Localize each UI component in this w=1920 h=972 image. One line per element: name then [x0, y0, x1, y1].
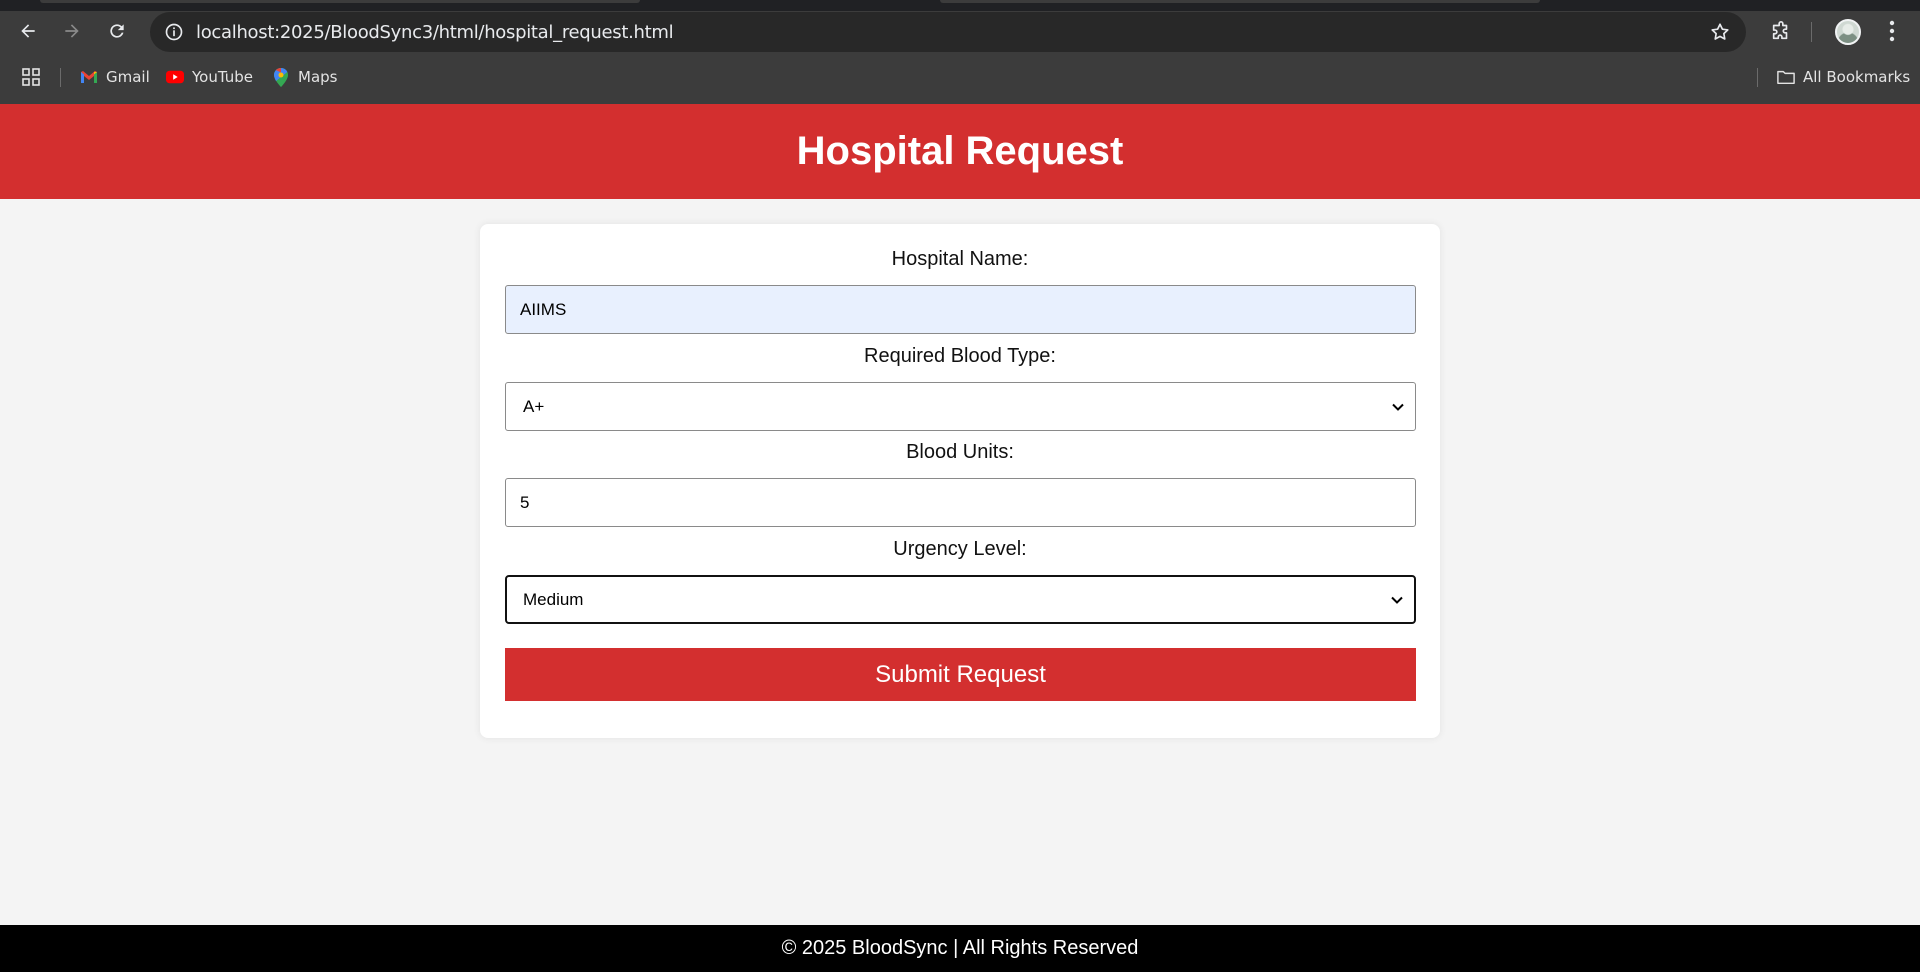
page-title: Hospital Request: [796, 129, 1124, 173]
bookmark-label: Gmail: [106, 68, 150, 86]
footer-copyright: © 2025 BloodSync | All Rights Reserved: [781, 937, 1139, 959]
blood-units-label: Blood Units:: [906, 441, 1014, 463]
extensions-icon[interactable]: [1763, 13, 1799, 49]
blood-units-input[interactable]: 5: [505, 478, 1416, 527]
urgency-level-label: Urgency Level:: [893, 538, 1027, 560]
toolbar-divider: [1811, 22, 1812, 42]
site-info-icon[interactable]: [154, 12, 194, 52]
all-bookmarks-label: All Bookmarks: [1803, 68, 1911, 86]
bookmark-gmail[interactable]: Gmail: [80, 64, 150, 90]
hospital-name-label: Hospital Name:: [891, 248, 1029, 270]
gmail-icon: [80, 68, 98, 86]
reload-button[interactable]: [99, 13, 135, 49]
arrow-right-icon: [65, 24, 79, 38]
tab-strip: [0, 0, 1920, 11]
page-header: Hospital Request: [0, 104, 1920, 199]
blood-units-value: 5: [520, 492, 530, 512]
hospital-request-form: Hospital Name: AIIMS Required Blood Type…: [480, 224, 1440, 738]
blood-type-select[interactable]: A+: [505, 382, 1416, 431]
arrow-left-icon: [21, 24, 35, 38]
reload-icon: [110, 24, 124, 38]
bookmark-maps[interactable]: Maps: [272, 64, 337, 90]
bookmarks-divider: [60, 68, 61, 87]
browser-menu-icon[interactable]: [1874, 13, 1910, 49]
bookmark-label: YouTube: [192, 68, 253, 86]
chevron-down-icon: [1391, 596, 1403, 604]
urgency-level-value: Medium: [523, 589, 584, 609]
forward-button[interactable]: [54, 13, 90, 49]
all-bookmarks[interactable]: All Bookmarks: [1777, 64, 1910, 90]
page-footer: © 2025 BloodSync | All Rights Reserved: [0, 925, 1920, 972]
bookmarks-divider: [1757, 68, 1758, 87]
youtube-icon: [166, 68, 184, 86]
submit-request-button[interactable]: Submit Request: [505, 648, 1416, 701]
bookmark-star-icon[interactable]: [1708, 20, 1732, 44]
chevron-down-icon: [1392, 403, 1404, 411]
hospital-name-input[interactable]: AIIMS: [505, 285, 1416, 334]
folder-icon: [1777, 68, 1795, 86]
tab-edge[interactable]: [40, 0, 640, 3]
blood-type-value: A+: [523, 396, 545, 416]
blood-type-label: Required Blood Type:: [864, 345, 1056, 367]
browser-chrome: localhost:2025/BloodSync3/html/hospital_…: [0, 0, 1920, 104]
profile-avatar[interactable]: [1835, 19, 1861, 45]
address-bar[interactable]: localhost:2025/BloodSync3/html/hospital_…: [150, 12, 1746, 52]
maps-icon: [272, 67, 290, 87]
bookmark-youtube[interactable]: YouTube: [166, 64, 253, 90]
browser-toolbar: localhost:2025/BloodSync3/html/hospital_…: [0, 11, 1920, 54]
bookmark-label: Maps: [298, 68, 338, 86]
hospital-name-value: AIIMS: [520, 299, 567, 319]
url-text[interactable]: localhost:2025/BloodSync3/html/hospital_…: [196, 22, 674, 43]
apps-grid-icon[interactable]: [22, 64, 40, 90]
tab-edge[interactable]: [940, 0, 1540, 3]
back-button[interactable]: [10, 13, 46, 49]
urgency-level-select[interactable]: Medium: [505, 575, 1416, 624]
bookmarks-bar: Gmail YouTube Maps All Bookmarks: [0, 64, 1920, 90]
